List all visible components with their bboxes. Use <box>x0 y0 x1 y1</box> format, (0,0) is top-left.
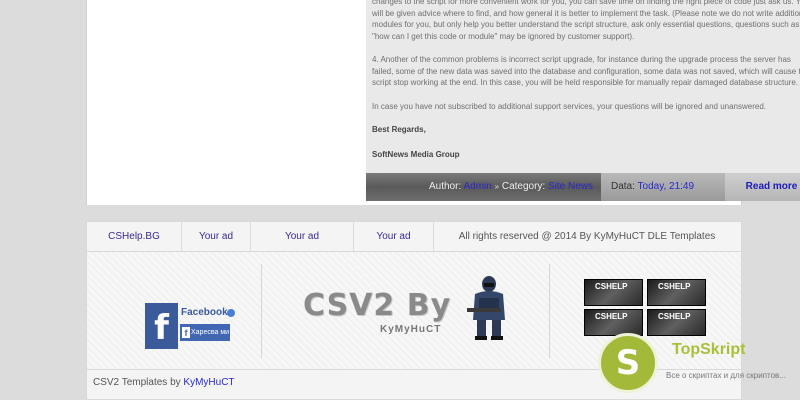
site-logo: CSV2 By <box>303 288 452 323</box>
date-link[interactable]: Today, 21:49 <box>638 181 695 192</box>
content-area: changes to the script for more convenien… <box>86 0 800 205</box>
author-label: Author: <box>428 181 462 192</box>
footer-link-cshelp[interactable]: CSHelp.BG <box>87 222 182 251</box>
category-link[interactable]: Site News <box>548 181 593 192</box>
article-paragraph: 4. Another of the common problems is inc… <box>372 55 800 87</box>
footer-ad-link[interactable]: Your ad <box>182 222 251 251</box>
date-label: Data: <box>611 181 635 192</box>
partner-banner[interactable]: CSHELP <box>584 279 643 306</box>
article-team: SoftNews Media Group <box>372 149 460 159</box>
verified-icon <box>227 309 235 317</box>
meta-author-block: Author: Admin » Category: Site News <box>366 173 601 201</box>
topskript-watermark: S TopSkript Все о скриптах и для скрипто… <box>598 333 798 393</box>
partner-banner[interactable]: CSHELP <box>584 309 643 336</box>
footer-ad-link[interactable]: Your ad <box>354 222 434 251</box>
site-logo-subtitle: KyMyHuCT <box>380 324 442 335</box>
divider <box>261 264 262 358</box>
read-more-button[interactable]: Read more <box>725 173 800 201</box>
meta-separator: » <box>494 182 500 191</box>
article-body: changes to the script for more convenien… <box>366 0 800 173</box>
read-more-label: Read more <box>745 181 798 192</box>
watermark-subtitle: Все о скриптах и для скриптов... <box>666 371 786 380</box>
credits-author-link[interactable]: KyMyHuCT <box>183 377 234 388</box>
article-regards: Best Regards, <box>372 125 426 134</box>
author-link[interactable]: Admin <box>463 181 491 192</box>
meta-date-block: Data: Today, 21:49 <box>601 173 725 201</box>
soldier-icon <box>467 276 505 340</box>
category-label: Category: <box>501 181 546 192</box>
facebook-title: Facebook <box>181 307 228 318</box>
footer-ad-link[interactable]: Your ad <box>251 222 354 251</box>
copyright-text: All rights reserved @ 2014 By KyMyHuCT D… <box>458 231 716 242</box>
article-paragraph: In case you have not subscribed to addit… <box>372 101 767 111</box>
partner-banners: CSHELP CSHELP CSHELP CSHELP <box>584 279 720 337</box>
credits-text: CSV2 Templates by <box>93 377 181 388</box>
facebook-like-button[interactable]: Харесва ми <box>180 324 230 341</box>
partner-banner[interactable]: CSHELP <box>647 279 706 306</box>
facebook-icon: f <box>145 303 178 349</box>
facebook-widget[interactable]: f Facebook Харесва ми <box>145 303 235 349</box>
footer-nav: CSHelp.BG Your ad Your ad Your ad All ri… <box>86 221 742 252</box>
divider <box>549 264 550 358</box>
article-meta-bar: Author: Admin » Category: Site News Data… <box>366 173 800 201</box>
article-paragraph: changes to the script for more convenien… <box>372 0 800 41</box>
topskript-logo-icon: S <box>598 333 658 393</box>
partner-banner[interactable]: CSHELP <box>647 309 706 336</box>
watermark-title: TopSkript <box>672 341 746 358</box>
